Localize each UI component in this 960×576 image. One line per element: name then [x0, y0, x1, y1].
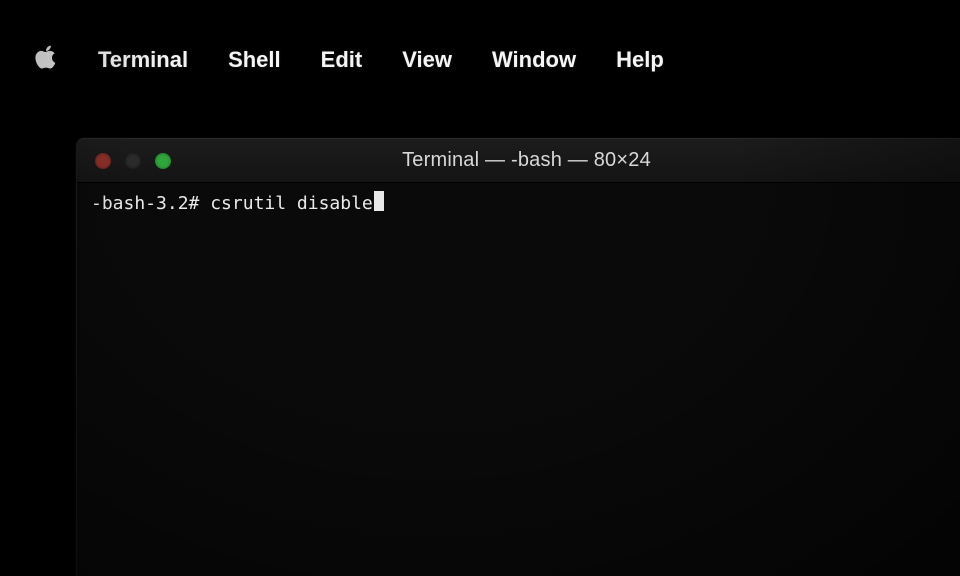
cursor-icon — [374, 191, 384, 211]
terminal-window: Terminal — -bash — 80×24 -bash-3.2# csru… — [76, 138, 960, 576]
close-icon[interactable] — [95, 153, 111, 169]
window-titlebar[interactable]: Terminal — -bash — 80×24 — [77, 139, 960, 183]
apple-menu-icon[interactable] — [34, 43, 58, 77]
prompt-text: -bash-3.2# — [91, 193, 210, 214]
window-title: Terminal — -bash — 80×24 — [111, 149, 942, 172]
menu-help[interactable]: Help — [616, 47, 664, 73]
menu-shell[interactable]: Shell — [228, 47, 281, 73]
menu-edit[interactable]: Edit — [321, 47, 363, 73]
menubar: Terminal Shell Edit View Window Help — [34, 40, 960, 80]
menu-terminal[interactable]: Terminal — [98, 47, 188, 73]
terminal-body[interactable]: -bash-3.2# csrutil disable — [77, 183, 960, 224]
menu-window[interactable]: Window — [492, 47, 576, 73]
command-text: csrutil disable — [210, 193, 373, 214]
menu-view[interactable]: View — [402, 47, 452, 73]
